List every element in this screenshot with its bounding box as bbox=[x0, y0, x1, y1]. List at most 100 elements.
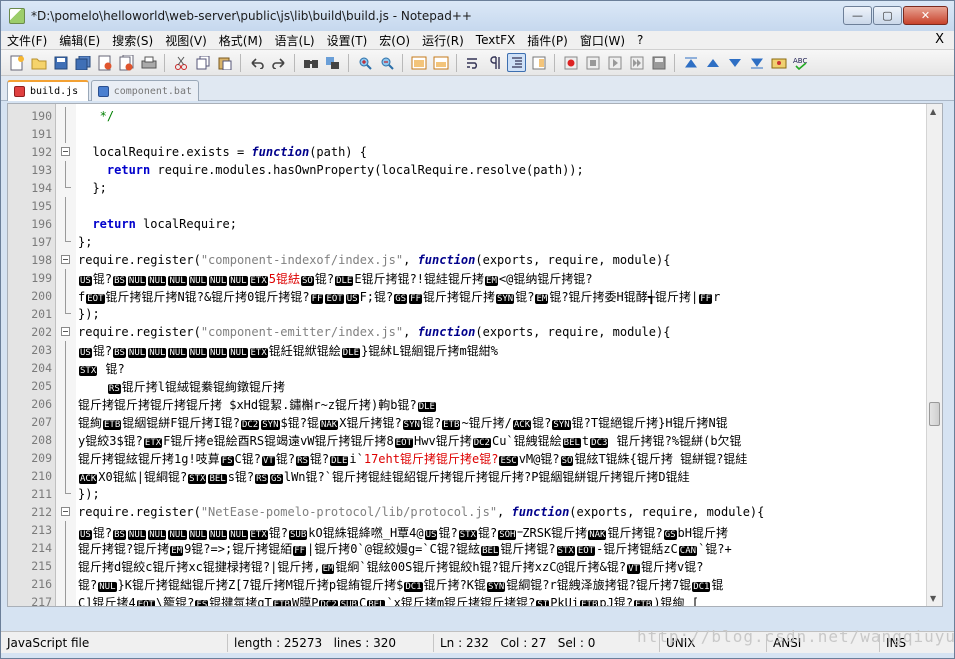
code-line[interactable]: 212 require.register("NetEase-pomelo-prot… bbox=[8, 503, 938, 521]
save-all-icon[interactable] bbox=[73, 53, 92, 72]
last-icon[interactable] bbox=[747, 53, 766, 72]
code-editor[interactable]: 190 */ 191 192 localRequire.exists = funct… bbox=[7, 103, 943, 607]
control-char-badge: NAK bbox=[319, 419, 339, 430]
code-line[interactable]: 216 锟? NUL}K锟斤拷锟絀锟斤拷Z[7锟斤拷M锟斤拷p锟絠锟斤拷$ DC1 锟斤… bbox=[8, 575, 938, 593]
code-line[interactable]: 206 锟斤拷锟斤拷锟斤拷锟斤拷 $xHd锟絜.鏽槲r~z锟斤拷)軥b锟? DLE bbox=[8, 395, 938, 413]
menu-help[interactable]: ? bbox=[631, 33, 649, 47]
toolbar-separator bbox=[348, 53, 349, 72]
code-line[interactable]: 215 锟斤拷d锟絞c锟斤拷xc锟揵椂拷锟?|锟斤拷, EM 锟絅`锟絃00S锟斤拷锟… bbox=[8, 557, 938, 575]
spell-check-icon[interactable]: ABC bbox=[791, 53, 810, 72]
code-line[interactable]: 193 return require.modules.hasOwnPropert… bbox=[8, 161, 938, 179]
vertical-scrollbar[interactable]: ▲ ▼ bbox=[926, 104, 942, 606]
fold-toggle-icon[interactable] bbox=[52, 143, 78, 161]
code-line[interactable]: 208 y锟絞3$锟? ETX F锟斤拷e锟絵酉RS锟竭遠vW锟斤拷锟斤拷8 EOT Hw… bbox=[8, 431, 938, 449]
menu-run[interactable]: 运行(R) bbox=[416, 32, 470, 49]
doc-map-icon[interactable] bbox=[529, 53, 548, 72]
code-line[interactable]: 197}; bbox=[8, 233, 938, 251]
all-chars-icon[interactable] bbox=[485, 53, 504, 72]
code-line[interactable]: 196 return localRequire; bbox=[8, 215, 938, 233]
minimize-button[interactable]: — bbox=[843, 6, 872, 25]
code-line[interactable]: 204 STX 锟? bbox=[8, 359, 938, 377]
close-all-icon[interactable] bbox=[117, 53, 136, 72]
scroll-down-icon[interactable]: ▼ bbox=[930, 594, 936, 603]
code-line[interactable]: 200 f EOT 锟斤拷锟斤拷N锟?&锟斤拷0锟斤拷锟? FF EOT US F;锟? GS F… bbox=[8, 287, 938, 305]
code-line[interactable]: 205 RS 锟斤拷l锟絨锟絭锟絢鐓锟斤拷 bbox=[8, 377, 938, 395]
code-line[interactable]: 202 require.register("component-emitter/i… bbox=[8, 323, 938, 341]
close-icon[interactable] bbox=[95, 53, 114, 72]
cut-icon[interactable] bbox=[171, 53, 190, 72]
run-macro-multiple-icon[interactable] bbox=[627, 53, 646, 72]
code-line[interactable]: 194 }; bbox=[8, 179, 938, 197]
menu-window[interactable]: 窗口(W) bbox=[574, 32, 631, 49]
fold-toggle-icon[interactable] bbox=[52, 323, 78, 341]
code-line[interactable]: 213 US 锟? BS NUL NUL NUL NUL NUL NUL ETX 锟? SUB kO锟絑锟… bbox=[8, 521, 938, 540]
scrollbar-thumb[interactable] bbox=[929, 402, 940, 426]
code-line[interactable]: 217 C]锟斤拷4 EOT \籠锟? FS 锟揵氛拷qT ETB W膜P DC2 SUB C BEL… bbox=[8, 593, 938, 606]
control-char-badge: FS bbox=[220, 455, 234, 466]
save-icon[interactable] bbox=[51, 53, 70, 72]
menu-textfx[interactable]: TextFX bbox=[470, 33, 521, 47]
replace-icon[interactable] bbox=[323, 53, 342, 72]
code-line[interactable]: 207 锟絢 ETB 锟絪锟絣F锟斤拷I锟? DC2 SYN $锟?锟 NAK X锟斤拷锟? SY… bbox=[8, 413, 938, 431]
status-position: Ln : 232 Col : 27 Sel : 0 bbox=[434, 633, 660, 652]
control-char-badge: NUL bbox=[208, 529, 228, 540]
record-macro-icon[interactable] bbox=[561, 53, 580, 72]
redo-icon[interactable] bbox=[269, 53, 288, 72]
code-line[interactable]: 209 锟斤拷锟絃锟斤拷1g!吱萛 FS C锟? VT 锟? RS 锟? DLE i`17eht锟… bbox=[8, 449, 938, 467]
code-line[interactable]: 199 US 锟? BS NUL NUL NUL NUL NUL NUL ETX 5锟紶 SO 锟? DLE… bbox=[8, 269, 938, 287]
close-document-button[interactable]: X bbox=[935, 32, 944, 47]
control-char-badge: NUL bbox=[208, 347, 228, 358]
mark-icon[interactable] bbox=[769, 53, 788, 72]
code-line[interactable]: 198 require.register("component-indexof/i… bbox=[8, 251, 938, 269]
close-window-button[interactable]: ✕ bbox=[903, 6, 948, 25]
menu-language[interactable]: 语言(L) bbox=[269, 32, 321, 49]
title-bar[interactable]: *D:\pomelo\helloworld\web-server\public\… bbox=[1, 1, 954, 31]
undo-icon[interactable] bbox=[247, 53, 266, 72]
tab-component-bat[interactable]: component.bat bbox=[91, 80, 199, 101]
menu-macro[interactable]: 宏(O) bbox=[373, 32, 416, 49]
code-line[interactable]: 190 */ bbox=[8, 107, 938, 125]
code-line[interactable]: 201}); bbox=[8, 305, 938, 323]
copy-icon[interactable] bbox=[193, 53, 212, 72]
find-icon[interactable] bbox=[301, 53, 320, 72]
code-line[interactable]: 195 bbox=[8, 197, 938, 215]
print-icon[interactable] bbox=[139, 53, 158, 72]
line-number: 213 bbox=[31, 523, 52, 537]
zoom-in-icon[interactable] bbox=[355, 53, 374, 72]
tab-build-js[interactable]: build.js bbox=[7, 80, 89, 101]
scroll-up-icon[interactable]: ▲ bbox=[930, 107, 936, 116]
control-char-badge: SUB bbox=[289, 529, 308, 540]
code-line[interactable]: 192 localRequire.exists = function(path)… bbox=[8, 143, 938, 161]
fold-toggle-icon[interactable] bbox=[52, 503, 78, 521]
menu-view[interactable]: 视图(V) bbox=[159, 32, 213, 49]
status-eol: UNIX bbox=[660, 633, 767, 652]
down-icon[interactable] bbox=[725, 53, 744, 72]
sync-v-icon[interactable] bbox=[409, 53, 428, 72]
open-file-icon[interactable] bbox=[29, 53, 48, 72]
sync-h-icon[interactable] bbox=[431, 53, 450, 72]
wrap-icon[interactable] bbox=[463, 53, 482, 72]
code-line[interactable]: 203 US 锟? BS NUL NUL NUL NUL NUL NUL ETX 锟紝锟絥锟絵 DLE}… bbox=[8, 341, 938, 359]
code-line[interactable]: 191 bbox=[8, 125, 938, 143]
zoom-out-icon[interactable] bbox=[377, 53, 396, 72]
menu-settings[interactable]: 设置(T) bbox=[321, 32, 374, 49]
play-macro-icon[interactable] bbox=[605, 53, 624, 72]
maximize-button[interactable]: ▢ bbox=[873, 6, 902, 25]
stop-macro-icon[interactable] bbox=[583, 53, 602, 72]
up-icon[interactable] bbox=[703, 53, 722, 72]
first-icon[interactable] bbox=[681, 53, 700, 72]
code-line[interactable]: 211}); bbox=[8, 485, 938, 503]
menu-format[interactable]: 格式(M) bbox=[213, 32, 269, 49]
code-line[interactable]: 214 锟斤拷锟?锟斤拷 EM 9锟?=>;锟斤拷锟絔 FF |锟斤拷0`@锟絞嫚g=`C… bbox=[8, 539, 938, 557]
new-file-icon[interactable] bbox=[7, 53, 26, 72]
paste-icon[interactable] bbox=[215, 53, 234, 72]
menu-file[interactable]: 文件(F) bbox=[1, 32, 53, 49]
fold-toggle-icon[interactable] bbox=[52, 251, 78, 269]
code-line[interactable]: 210 ACK X0锟絋|锟絧锟? STX BEL s锟? RS GS lWn锟?`锟斤拷锟絓锟… bbox=[8, 467, 938, 485]
indent-guide-icon[interactable] bbox=[507, 53, 526, 72]
save-macro-icon[interactable] bbox=[649, 53, 668, 72]
menu-search[interactable]: 搜索(S) bbox=[106, 32, 159, 49]
menu-plugins[interactable]: 插件(P) bbox=[521, 32, 574, 49]
code-text: C]锟斤拷4 EOT \籠锟? FS 锟揵氛拷qT ETB W膜P DC2 SUB C BEL `x锟… bbox=[78, 594, 938, 606]
menu-edit[interactable]: 编辑(E) bbox=[53, 32, 106, 49]
